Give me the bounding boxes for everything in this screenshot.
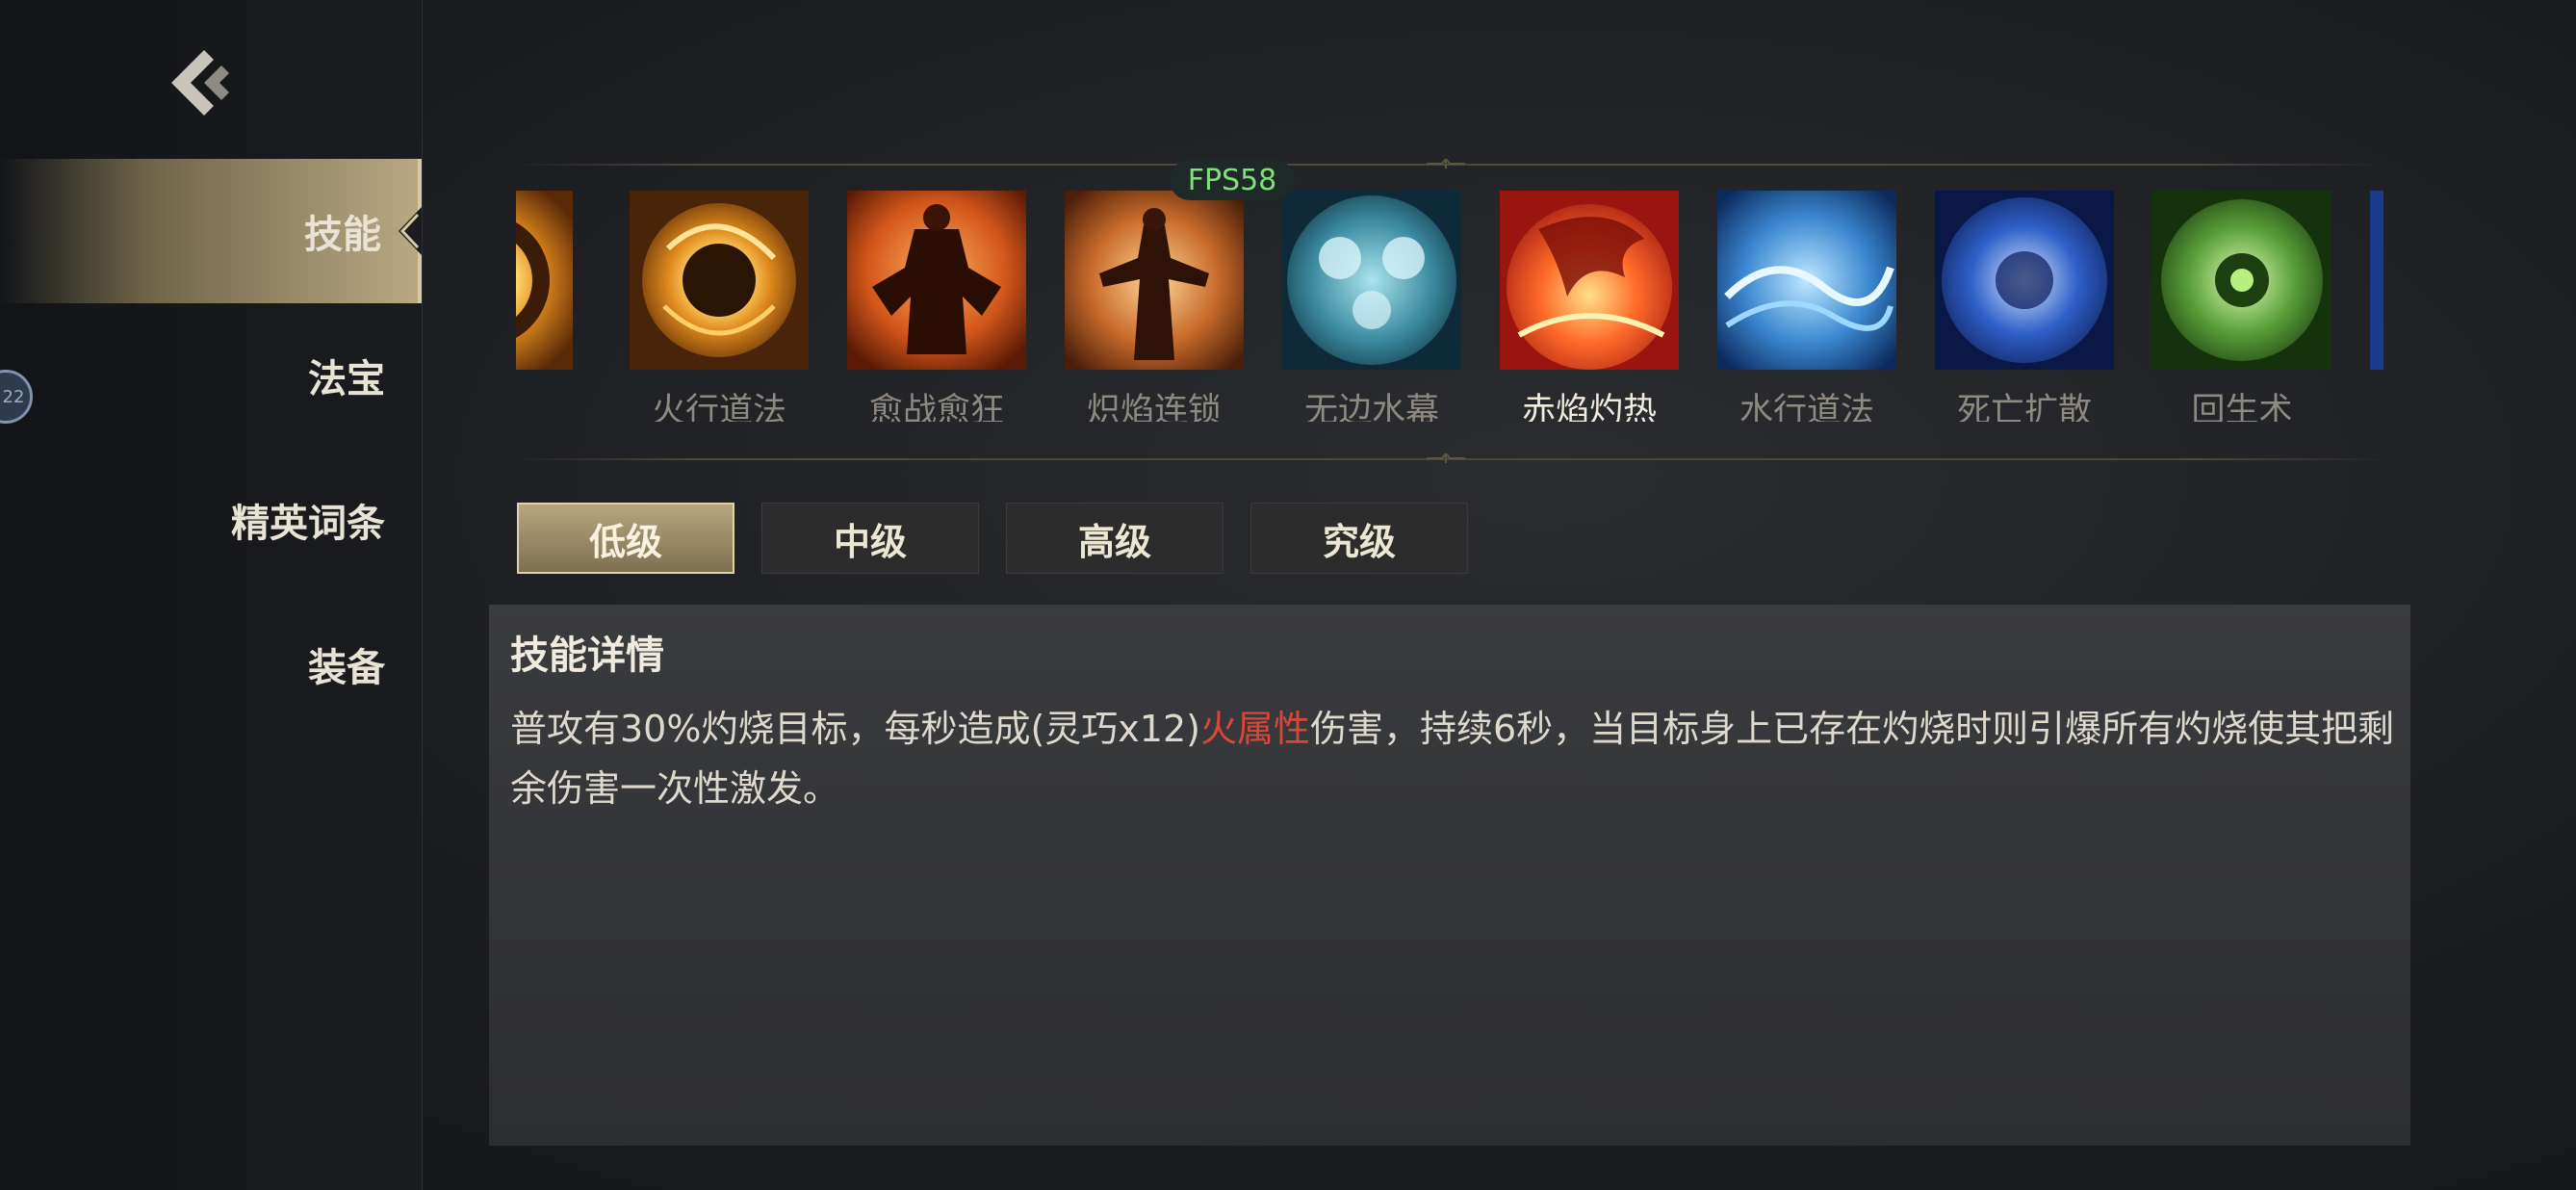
sidebar-item-elite-traits[interactable]: 精英词条 [0, 448, 422, 592]
skill-label: 死亡扩散 [1956, 392, 2092, 422]
fire-vortex-icon [630, 191, 809, 370]
fps-counter: FPS58 [1170, 160, 1295, 200]
tier-tab-mid[interactable]: 中级 [761, 503, 979, 574]
detail-description: 普攻有30%灼烧目标，每秒造成(灵巧x12)火属性伤害，持续6秒，当目标身上已存… [510, 699, 2397, 818]
skill-detail-panel: 技能详情 普攻有30%灼烧目标，每秒造成(灵巧x12)火属性伤害，持续6秒，当目… [489, 605, 2410, 1146]
description-text: 普攻有30%灼烧目标，每秒造成(灵巧x12) [510, 708, 1200, 750]
rail-ornament-icon [1427, 159, 1465, 168]
skill-item-death-spread[interactable]: 死亡扩散 [1935, 191, 2114, 422]
skill-label: 无边水幕 [1303, 392, 1439, 422]
skill-label: 回生术 [2191, 392, 2293, 422]
sidebar-item-label: 装备 [308, 646, 385, 690]
sidebar-item-label: 法宝 [308, 357, 385, 401]
sidebar-item-label: 技能 [304, 213, 381, 257]
tier-tab-high[interactable]: 高级 [1006, 503, 1224, 574]
skill-item-berserk[interactable]: 愈战愈狂 [847, 191, 1026, 422]
skill-item-revival[interactable]: 回生术 [2152, 191, 2331, 422]
sidebar-item-treasure[interactable]: 法宝 [0, 303, 422, 448]
skill-item-water-curtain[interactable]: 无边水幕 [1282, 191, 1461, 422]
water-curtain-icon [1282, 191, 1461, 370]
fire-dragon-icon [1500, 191, 1679, 370]
selection-notch-icon [399, 207, 422, 255]
left-sidebar: 技能 法宝 精英词条 装备 22 [0, 0, 423, 1190]
skill-label: 赤焰灼热 [1521, 392, 1657, 422]
skill-item-crimson-flame[interactable]: 赤焰灼热 [1500, 191, 1679, 422]
detail-title: 技能详情 [510, 634, 664, 678]
skill-item-flame-chain[interactable]: 炽焰连锁 [1065, 191, 1244, 422]
skill-item-partial-right[interactable] [2370, 191, 2383, 370]
sidebar-item-equipment[interactable]: 装备 [0, 592, 422, 737]
skill-item-aura[interactable]: 光环 [516, 191, 573, 422]
tier-tab-ultimate[interactable]: 究级 [1250, 503, 1468, 574]
flame-chain-warrior-icon [1065, 191, 1244, 370]
skill-carousel[interactable]: 光环 火行道法 愈战愈狂 炽焰连锁 [516, 191, 2383, 422]
element-keyword: 火属性 [1199, 708, 1310, 750]
tier-tab-low[interactable]: 低级 [517, 503, 734, 574]
skill-label: 光环 [516, 383, 573, 422]
death-spread-icon [1935, 191, 2114, 370]
back-arrow-icon[interactable] [164, 44, 241, 121]
skill-label: 愈战愈狂 [868, 392, 1004, 422]
skill-item-fire-dao[interactable]: 火行道法 [630, 191, 809, 422]
golden-ring-partial-icon [516, 191, 573, 370]
water-wave-icon [1717, 191, 1896, 370]
sidebar-item-skills[interactable]: 技能 [0, 159, 422, 303]
nature-vortex-icon [2152, 191, 2331, 370]
skill-label: 水行道法 [1739, 392, 1874, 422]
skill-label: 火行道法 [651, 392, 786, 422]
skill-item-water-dao[interactable]: 水行道法 [1717, 191, 1896, 422]
blue-partial-icon [2370, 191, 2383, 370]
rail-ornament-icon [1427, 453, 1465, 463]
sidebar-item-label: 精英词条 [231, 502, 385, 546]
skill-label: 炽焰连锁 [1086, 392, 1222, 422]
berserk-warrior-icon [847, 191, 1026, 370]
